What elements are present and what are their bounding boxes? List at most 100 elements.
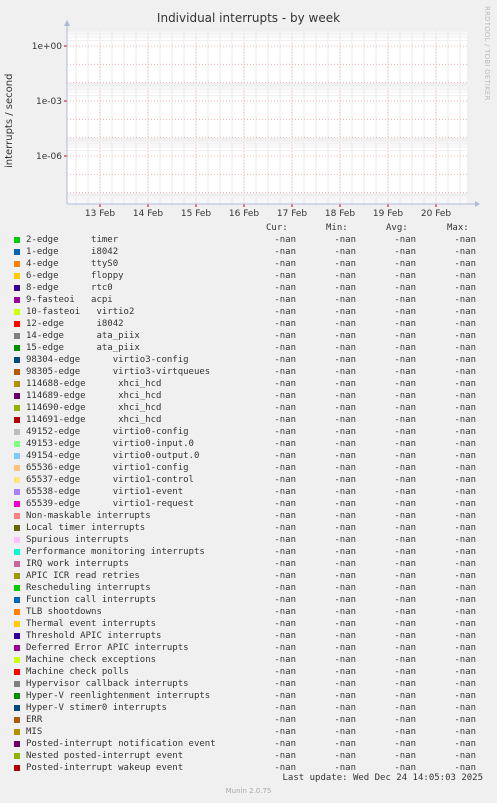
legend-value-min: -nan xyxy=(334,691,356,701)
legend-value-max: -nan xyxy=(454,583,476,593)
legend-series-name: Local timer interrupts xyxy=(26,523,146,533)
legend-value-avg: -nan xyxy=(394,751,416,761)
legend-value-avg: -nan xyxy=(394,559,416,569)
legend-value-avg: -nan xyxy=(394,679,416,689)
legend-value-avg: -nan xyxy=(394,295,416,305)
legend-swatch xyxy=(14,525,20,531)
x-tick-label: 15 Feb xyxy=(181,209,212,219)
legend-value-cur: -nan xyxy=(274,595,296,605)
legend-series-name: 65539-edge virtio1-request xyxy=(26,499,194,509)
legend-row: 12-edge i8042 -nan -nan -nan -nan xyxy=(0,318,497,330)
legend-value-max: -nan xyxy=(454,631,476,641)
legend-swatch xyxy=(14,381,20,387)
legend-swatch xyxy=(14,501,20,507)
legend-value-min: -nan xyxy=(334,751,356,761)
legend-value-max: -nan xyxy=(454,247,476,257)
legend-series-name: 1-edge i8042 xyxy=(26,247,119,257)
legend-series-name: 65538-edge virtio1-event xyxy=(26,487,184,497)
legend-series-name: Posted-interrupt notification event xyxy=(26,739,216,749)
legend-value-min: -nan xyxy=(334,607,356,617)
legend-value-min: -nan xyxy=(334,331,356,341)
legend-value-min: -nan xyxy=(334,583,356,593)
legend-value-max: -nan xyxy=(454,259,476,269)
legend-row: APIC ICR read retries -nan -nan -nan -nan xyxy=(0,570,497,582)
legend-value-cur: -nan xyxy=(274,391,296,401)
legend-value-cur: -nan xyxy=(274,331,296,341)
legend-series-name: TLB shootdowns xyxy=(26,607,102,617)
plot-area xyxy=(67,28,467,204)
legend-value-max: -nan xyxy=(454,595,476,605)
legend-swatch xyxy=(14,573,20,579)
legend-value-max: -nan xyxy=(454,355,476,365)
legend-value-max: -nan xyxy=(454,751,476,761)
legend-value-cur: -nan xyxy=(274,487,296,497)
legend-value-min: -nan xyxy=(334,571,356,581)
legend-value-avg: -nan xyxy=(394,703,416,713)
legend-row: Function call interrupts -nan -nan -nan -nan xyxy=(0,594,497,606)
legend-row: 114691-edge xhci_hcd -nan -nan -nan -nan xyxy=(0,414,497,426)
legend-value-min: -nan xyxy=(334,559,356,569)
y-tick-label: 1e-06 xyxy=(36,152,62,162)
legend-value-max: -nan xyxy=(454,439,476,449)
legend-value-cur: -nan xyxy=(274,463,296,473)
legend-swatch xyxy=(14,657,20,663)
legend-swatch xyxy=(14,729,20,735)
legend-swatch xyxy=(14,465,20,471)
legend-value-min: -nan xyxy=(334,679,356,689)
legend-value-cur: -nan xyxy=(274,343,296,353)
legend-value-min: -nan xyxy=(334,259,356,269)
legend-series-name: 49152-edge virtio0-config xyxy=(26,427,189,437)
legend-value-avg: -nan xyxy=(394,571,416,581)
legend-series-name: Machine check exceptions xyxy=(26,655,157,665)
x-tick-label: 19 Feb xyxy=(373,209,404,219)
legend-value-cur: -nan xyxy=(274,367,296,377)
legend-row: 65539-edge virtio1-request -nan -nan -nan -n… xyxy=(0,498,497,510)
legend-value-cur: -nan xyxy=(274,571,296,581)
legend-value-avg: -nan xyxy=(394,595,416,605)
legend-value-max: -nan xyxy=(454,727,476,737)
legend-value-cur: -nan xyxy=(274,547,296,557)
legend-value-cur: -nan xyxy=(274,379,296,389)
legend-series-name: Machine check polls xyxy=(26,667,129,677)
legend-value-min: -nan xyxy=(334,367,356,377)
legend-value-avg: -nan xyxy=(394,583,416,593)
legend-value-avg: -nan xyxy=(394,391,416,401)
legend-value-min: -nan xyxy=(334,475,356,485)
legend-value-cur: -nan xyxy=(274,235,296,245)
col-header-cur: Cur: xyxy=(266,223,288,233)
legend-value-avg: -nan xyxy=(394,607,416,617)
legend-value-min: -nan xyxy=(334,355,356,365)
legend-value-min: -nan xyxy=(334,403,356,413)
legend-value-avg: -nan xyxy=(394,535,416,545)
legend-value-avg: -nan xyxy=(394,463,416,473)
legend-series-name: 114689-edge xhci_hcd xyxy=(26,391,162,401)
legend-row: Hyper-V stimer0 interrupts -nan -nan -nan -n… xyxy=(0,702,497,714)
legend-row: Non-maskable interrupts -nan -nan -nan -nan xyxy=(0,510,497,522)
legend-swatch xyxy=(14,345,20,351)
legend-value-cur: -nan xyxy=(274,451,296,461)
legend-value-max: -nan xyxy=(454,571,476,581)
legend-series-name: ERR xyxy=(26,715,43,725)
legend-value-avg: -nan xyxy=(394,619,416,629)
legend-swatch xyxy=(14,765,20,771)
legend-value-avg: -nan xyxy=(394,307,416,317)
legend-value-avg: -nan xyxy=(394,283,416,293)
legend-value-min: -nan xyxy=(334,739,356,749)
legend-swatch xyxy=(14,513,20,519)
legend-value-avg: -nan xyxy=(394,379,416,389)
legend-series-name: 4-edge ttyS0 xyxy=(26,259,119,269)
legend-swatch xyxy=(14,333,20,339)
legend-value-cur: -nan xyxy=(274,247,296,257)
legend-series-name: Spurious interrupts xyxy=(26,535,129,545)
legend-value-min: -nan xyxy=(334,379,356,389)
legend-value-cur: -nan xyxy=(274,427,296,437)
legend-value-min: -nan xyxy=(334,343,356,353)
legend-value-max: -nan xyxy=(454,487,476,497)
legend-row: Machine check exceptions -nan -nan -nan -nan xyxy=(0,654,497,666)
legend-value-cur: -nan xyxy=(274,271,296,281)
legend-value-min: -nan xyxy=(334,643,356,653)
legend-row: Local timer interrupts -nan -nan -nan -nan xyxy=(0,522,497,534)
legend-row: 98305-edge virtio3-virtqueues -nan -nan -na… xyxy=(0,366,497,378)
legend-value-max: -nan xyxy=(454,319,476,329)
legend-swatch xyxy=(14,369,20,375)
